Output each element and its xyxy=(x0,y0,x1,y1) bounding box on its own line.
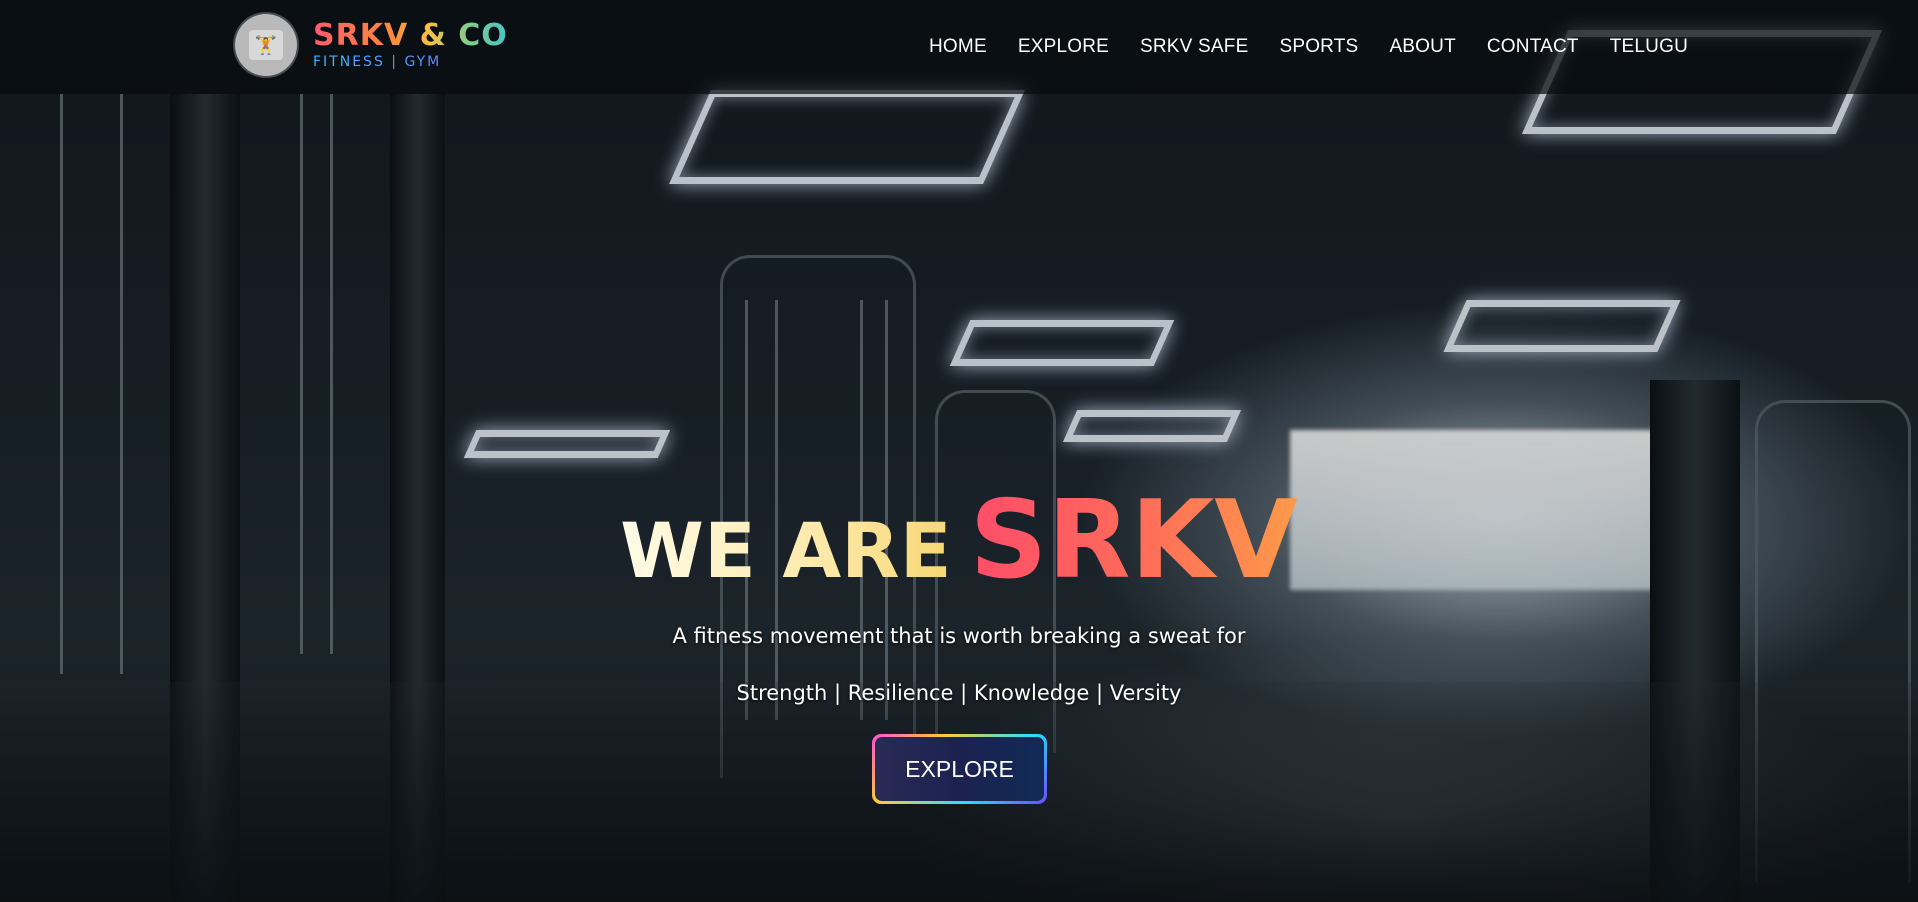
nav-item-telugu[interactable]: TELUGU xyxy=(1610,36,1688,58)
nav-item-srkv-safe[interactable]: SRKV SAFE xyxy=(1140,36,1248,58)
brand-title: SRKV & CO xyxy=(313,18,508,53)
nav-item-about[interactable]: ABOUT xyxy=(1389,36,1455,58)
headline-brand: SRKV xyxy=(969,478,1298,603)
main-nav: HOME EXPLORE SRKV SAFE SPORTS ABOUT CONT… xyxy=(929,0,1688,94)
logo-badge: 🏋 xyxy=(235,14,297,76)
nav-item-explore[interactable]: EXPLORE xyxy=(1018,36,1109,58)
hero-tagline: A fitness movement that is worth breakin… xyxy=(672,624,1246,648)
brand-subtitle: FITNESS | GYM xyxy=(313,55,508,69)
explore-button[interactable]: EXPLORE xyxy=(875,737,1044,801)
explore-button-frame: EXPLORE xyxy=(872,734,1047,804)
hero-headline: WE ARE SRKV xyxy=(0,478,1918,603)
brand-logo-link[interactable]: 🏋 SRKV & CO FITNESS | GYM xyxy=(235,14,508,76)
nav-item-contact[interactable]: CONTACT xyxy=(1487,36,1579,58)
top-navbar: 🏋 SRKV & CO FITNESS | GYM HOME EXPLORE S… xyxy=(0,0,1918,94)
nav-item-home[interactable]: HOME xyxy=(929,36,987,58)
nav-item-sports[interactable]: SPORTS xyxy=(1279,36,1358,58)
gym-logo-icon: 🏋 xyxy=(249,30,283,60)
hero-values-line: Strength | Resilience | Knowledge | Vers… xyxy=(736,681,1182,705)
headline-prefix: WE ARE xyxy=(620,506,952,595)
